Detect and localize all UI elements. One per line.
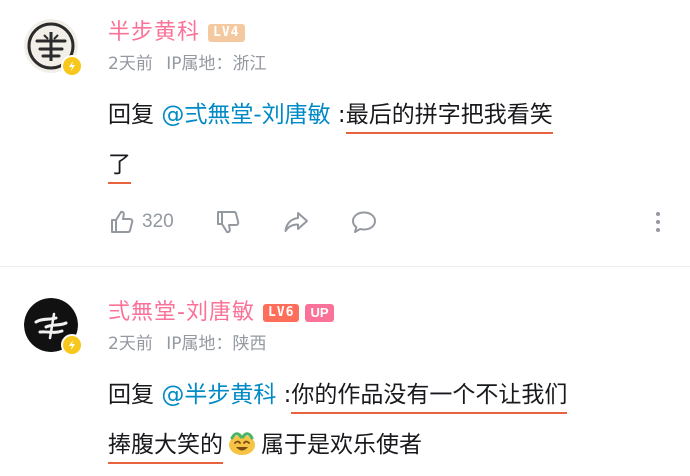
level-badge: LV4 — [208, 24, 245, 42]
reply-prefix: 回复 — [108, 382, 154, 408]
vip-badge — [61, 55, 83, 77]
dislike-button[interactable] — [214, 208, 242, 236]
action-bar: 320 — [108, 202, 668, 242]
more-icon[interactable] — [648, 208, 668, 236]
ip-location: IP属地：陕西 — [166, 334, 267, 354]
reply-prefix: 回复 — [108, 102, 154, 128]
vip-badge — [61, 334, 83, 356]
mention-link[interactable]: @半步黄科 — [161, 382, 276, 408]
name-row: 弍無堂-刘唐敏 LV6 UP — [108, 298, 334, 328]
timestamp: 2天前 — [108, 54, 153, 74]
highlighted-text: 最后的拼字把我看笑 — [345, 102, 553, 134]
name-row: 半步黄科 LV4 — [108, 18, 245, 48]
mention-link[interactable]: @弍無堂-刘唐敏 — [161, 102, 330, 128]
reply-button[interactable] — [350, 208, 378, 236]
colon: : — [276, 382, 292, 408]
lightning-icon — [69, 340, 75, 350]
avatar[interactable] — [24, 19, 83, 77]
share-icon — [284, 212, 308, 232]
like-count: 320 — [142, 211, 174, 232]
comment-text: 回复 @弍無堂-刘唐敏 :最后的拼字把我看笑 了 — [108, 90, 668, 190]
level-badge: LV6 — [262, 304, 300, 322]
comment-item: 弍無堂-刘唐敏 LV6 UP 2天前 IP属地：陕西 回复 @半步黄科 :你的作… — [0, 266, 690, 476]
username[interactable]: 弍無堂-刘唐敏 — [108, 298, 255, 328]
comment-item: 半步黄科 LV4 2天前 IP属地：浙江 回复 @弍無堂-刘唐敏 :最后的拼字把… — [0, 0, 690, 266]
comment-text: 回复 @半步黄科 :你的作品没有一个不让我们 捧腹大笑的 属于是欢乐使者 — [108, 370, 668, 470]
highlighted-text: 捧腹大笑的 — [108, 432, 223, 464]
avatar[interactable] — [24, 298, 83, 356]
ip-location: IP属地：浙江 — [166, 54, 267, 74]
plain-text: 属于是欢乐使者 — [261, 432, 422, 458]
laughing-face-emoji — [229, 432, 255, 455]
lightning-icon — [69, 61, 75, 71]
like-button[interactable]: 320 — [108, 208, 174, 236]
highlighted-text: 了 — [108, 152, 131, 184]
thumbs-up-icon — [111, 210, 134, 233]
comment-meta: 2天前 IP属地：陕西 — [108, 332, 267, 356]
up-badge: UP — [305, 304, 334, 322]
colon: : — [330, 102, 346, 128]
timestamp: 2天前 — [108, 334, 153, 354]
thumbs-down-icon — [216, 211, 239, 234]
username[interactable]: 半步黄科 — [108, 18, 200, 48]
highlighted-text: 你的作品没有一个不让我们 — [291, 382, 568, 414]
comment-meta: 2天前 IP属地：浙江 — [108, 52, 267, 76]
share-button[interactable] — [282, 208, 310, 236]
reply-icon — [351, 211, 376, 233]
